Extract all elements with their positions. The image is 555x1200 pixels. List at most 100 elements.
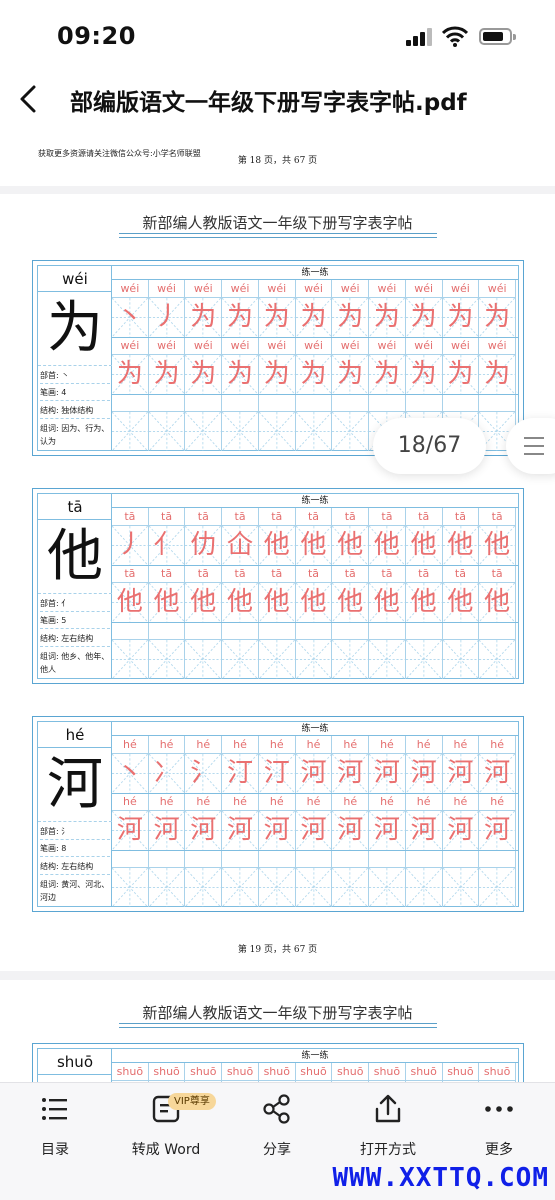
card-pinyin: shuō [38, 1049, 112, 1075]
cell-pinyin: wéi [112, 337, 148, 355]
cell-pinyin: shuō [479, 1063, 515, 1081]
blank-pinyin [369, 850, 405, 868]
practice-cell: wéi 为 [295, 280, 333, 337]
share-button[interactable]: 分享 [227, 1093, 327, 1163]
character-card-next: shuō 练一练 shuō shuō shuō shuō shuō shuō shuō shu… [32, 1043, 524, 1082]
trace-character: 为 [484, 302, 511, 332]
practice-cell: tā 丿 [112, 508, 149, 565]
cell-pinyin: hé [112, 736, 148, 754]
blank-pinyin [112, 850, 148, 868]
blank-pinyin [295, 622, 332, 640]
practice-cell: shuō [405, 1063, 443, 1082]
blank-pinyin [479, 394, 515, 412]
trace-character: 河 [447, 758, 474, 788]
site-watermark: WWW.XXTTQ.COM [332, 1163, 549, 1193]
row-divider [112, 337, 518, 338]
character-card: hé 河部首: 氵笔画: 8 结构: 左右结构 组词: 黄河、河北、河边 练一练 hé 丶 h… [32, 716, 524, 912]
trace-character: 河 [337, 758, 364, 788]
practice-cell: wéi 为 [442, 280, 480, 337]
practice-row: tā 他 tā 他 tā 他 tā 他 tā 他 tā 他 tā 他 tā 他 tā 他 tā 他 tā 他 [112, 565, 518, 622]
vip-badge: VIP尊享 [168, 1093, 216, 1110]
trace-character: 河 [373, 758, 400, 788]
more-button[interactable]: 更多 [449, 1093, 549, 1163]
cell-pinyin: wéi [222, 337, 258, 355]
trace-character: 河 [373, 815, 400, 845]
cell-pinyin: wéi [479, 280, 515, 298]
cell-pinyin: wéi [369, 337, 405, 355]
trace-character: 他 [300, 587, 327, 617]
blank-pinyin [112, 622, 148, 640]
practice-cell: tā 他 [258, 508, 296, 565]
practice-cell: hé 河 [442, 793, 480, 850]
trace-character: 他 [263, 530, 290, 560]
cell-pinyin: hé [258, 736, 295, 754]
card-pinyin: wéi [38, 266, 112, 292]
catalog-button[interactable]: 目录 [5, 1093, 105, 1163]
pdf-page-next: 新部编人教版语文一年级下册写字表字帖 shuō 练一练 shuō shuō shuō… [0, 980, 555, 1082]
trace-character: 河 [227, 815, 254, 845]
practice-cell: wéi 为 [332, 280, 370, 337]
word-examples: 组词: 黄河、河北、河边 [40, 880, 110, 902]
word-examples: 组词: 因为、行为、认为 [40, 424, 110, 446]
practice-cell: shuō [442, 1063, 480, 1082]
practice-label: 练一练 [112, 1049, 518, 1063]
open-with-button[interactable]: 打开方式 [338, 1093, 438, 1163]
pdf-viewer[interactable]: 获取更多资源请关注微信公众号:小学名师联盟 第 18 页，共 67 页 新部编人… [0, 128, 555, 1082]
cell-pinyin: tā [295, 508, 332, 526]
practice-cell: tā 他 [405, 565, 443, 622]
practice-cell [369, 622, 406, 679]
blank-pinyin [442, 622, 479, 640]
practice-cell [405, 850, 443, 907]
blank-pinyin [258, 850, 295, 868]
blank-pinyin [258, 394, 295, 412]
cell-pinyin: hé [185, 736, 222, 754]
practice-cell [185, 394, 223, 451]
cell-pinyin: wéi [295, 280, 332, 298]
trace-character: 他 [300, 530, 327, 560]
trace-character: 河 [263, 815, 290, 845]
trace-character: 汀 [227, 758, 254, 788]
trace-character: 为 [410, 359, 437, 389]
cell-pinyin: wéi [258, 280, 295, 298]
back-chevron-icon[interactable] [14, 83, 44, 115]
pdf-page-top: 获取更多资源请关注微信公众号:小学名师联盟 第 18 页，共 67 页 [0, 128, 555, 186]
word-examples: 组词: 他乡、他年、他人 [40, 652, 110, 674]
practice-cell: wéi 为 [148, 337, 186, 394]
practice-cell [295, 622, 333, 679]
sheet-title-next: 新部编人教版语文一年级下册写字表字帖 [142, 1004, 413, 1022]
page-indicator[interactable]: 18/67 [373, 418, 486, 474]
practice-cell [112, 622, 149, 679]
trace-character: 为 [153, 359, 180, 389]
row-divider [112, 793, 518, 794]
more-icon [485, 1106, 513, 1112]
cell-pinyin: hé [332, 736, 369, 754]
cell-pinyin: tā [112, 565, 148, 583]
cell-pinyin: tā [222, 565, 258, 583]
practice-cell [112, 850, 149, 907]
trace-character: 为 [447, 359, 474, 389]
blank-pinyin [405, 622, 442, 640]
cell-pinyin: tā [258, 565, 295, 583]
practice-cell: hé 河 [332, 793, 370, 850]
blank-pinyin [148, 622, 185, 640]
cell-pinyin: hé [258, 793, 295, 811]
row-divider [112, 565, 518, 566]
practice-cell: hé 河 [295, 793, 333, 850]
practice-cell: hé 河 [112, 793, 149, 850]
practice-label: 练一练 [112, 722, 518, 736]
blank-pinyin [185, 394, 222, 412]
practice-cell [222, 622, 259, 679]
practice-cell: shuō [258, 1063, 296, 1082]
trace-character: 为 [337, 302, 364, 332]
practice-cell: shuō [479, 1063, 516, 1082]
thumbnail-menu-button[interactable] [506, 418, 555, 474]
share-icon [263, 1094, 290, 1124]
blank-pinyin [112, 394, 148, 412]
practice-cell: wéi 为 [258, 280, 296, 337]
practice-cell [479, 622, 516, 679]
practice-cell: hé 河 [369, 793, 406, 850]
cell-pinyin: hé [442, 736, 479, 754]
practice-cell: tā 他 [148, 565, 186, 622]
practice-cell: wéi 为 [369, 280, 406, 337]
practice-cell [332, 850, 370, 907]
